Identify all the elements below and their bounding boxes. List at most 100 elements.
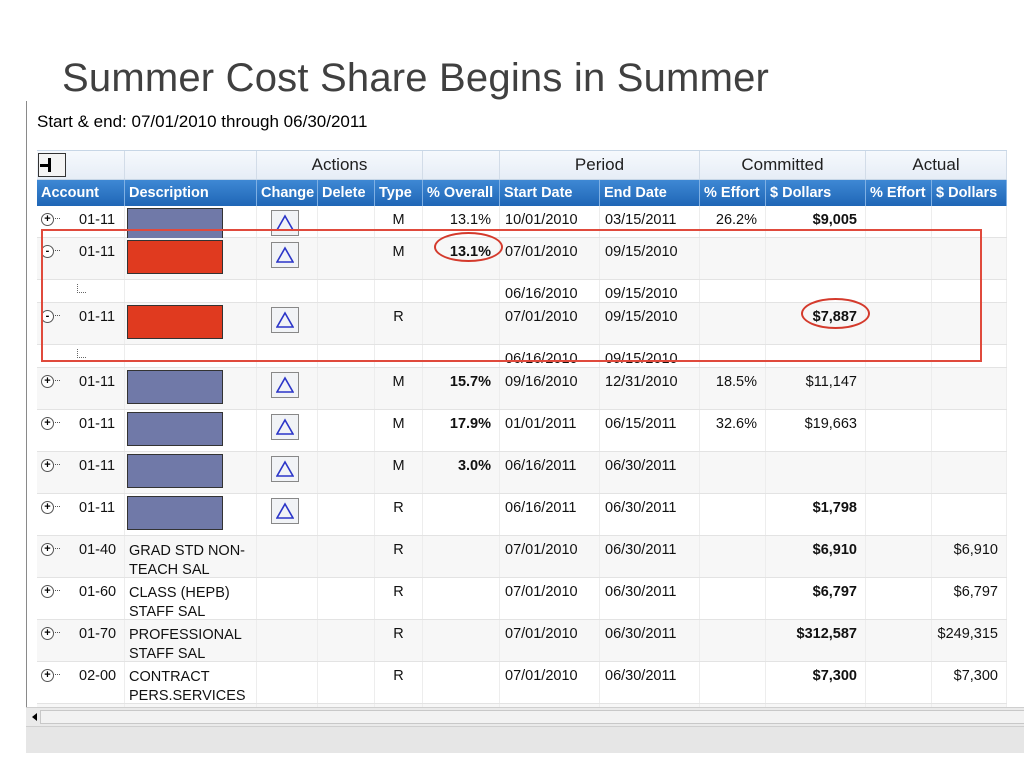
tree-connector-icon (53, 674, 60, 675)
triangle-icon (276, 214, 294, 231)
date-range-subtitle: Start & end: 07/01/2010 through 06/30/20… (37, 112, 368, 131)
table-row[interactable]: +01-11 M 3.0% 06/16/2011 06/30/2011 (37, 452, 1007, 494)
expand-icon[interactable]: + (41, 585, 54, 598)
col-type-header[interactable]: Type (375, 180, 423, 206)
start-date-cell: 07/01/2010 (500, 578, 600, 619)
description-cell (125, 206, 257, 242)
table-row[interactable]: +02-00 CONTRACT PERS.SERVICES R 07/01/2010 0… (37, 662, 1007, 704)
committed-effort-cell (700, 452, 766, 493)
child-row[interactable]: 06/16/2010 09/15/2010 (37, 280, 1007, 303)
col-start-date-header[interactable]: Start Date (500, 180, 600, 206)
expand-icon[interactable]: + (41, 543, 54, 556)
redacted-description (127, 370, 223, 404)
account-cell: - 01-11 (37, 303, 125, 344)
collapse-icon[interactable]: - (41, 310, 54, 323)
account-cell: +01-70 (37, 620, 125, 661)
tree-connector-icon (53, 590, 60, 591)
committed-effort-cell: 32.6% (700, 410, 766, 451)
empty-cell (932, 280, 1007, 302)
table-row[interactable]: -01-11 M 13.1% 07/01/2010 09/15/2010 (37, 238, 1007, 280)
col-end-date-header[interactable]: End Date (600, 180, 700, 206)
delete-cell (318, 452, 375, 493)
col-actual-effort-header[interactable]: % Effort (866, 180, 932, 206)
expand-icon[interactable]: + (41, 375, 54, 388)
committed-effort-cell: 18.5% (700, 368, 766, 409)
account-cell (37, 345, 125, 367)
expand-icon[interactable]: + (41, 459, 54, 472)
type-cell: R (375, 536, 423, 577)
triangle-icon (276, 376, 294, 393)
delete-cell (318, 662, 375, 703)
group-period: Period (500, 151, 700, 179)
expand-icon[interactable]: + (41, 627, 54, 640)
horizontal-scrollbar[interactable] (26, 707, 1024, 726)
expand-icon[interactable]: + (41, 213, 54, 226)
redacted-description (127, 496, 223, 530)
account-number: 01-11 (79, 458, 116, 474)
col-overall-header[interactable]: % Overall (423, 180, 500, 206)
end-date-cell: 09/15/2010 (600, 303, 700, 344)
overall-cell (423, 578, 500, 619)
change-button[interactable] (271, 210, 299, 236)
account-cell: +02-00 (37, 662, 125, 703)
change-button[interactable] (271, 372, 299, 398)
empty-cell (375, 345, 423, 367)
col-description-header[interactable]: Description (125, 180, 257, 206)
change-button[interactable] (271, 498, 299, 524)
col-committed-dollars-header[interactable]: $ Dollars (766, 180, 866, 206)
committed-dollars-cell: $6,797 (766, 578, 866, 619)
table-row[interactable]: +01-60 CLASS (HEPB) STAFF SAL R 07/01/2010 0… (37, 578, 1007, 620)
collapse-icon[interactable]: - (41, 245, 54, 258)
redacted-description (127, 240, 223, 274)
committed-effort-cell: 26.2% (700, 206, 766, 237)
description-cell (125, 238, 257, 279)
overall-cell: 3.0% (423, 452, 500, 493)
description-text: PROFESSIONAL STAFF SAL (129, 627, 242, 662)
col-committed-effort-header[interactable]: % Effort (700, 180, 766, 206)
start-date-cell: 07/01/2010 (500, 620, 600, 661)
change-button[interactable] (271, 307, 299, 333)
table-row[interactable]: +01-11 M 15.7% 09/16/2010 12/31/2010 18.5% $11… (37, 368, 1007, 410)
empty-cell (318, 280, 375, 302)
change-button[interactable] (271, 242, 299, 268)
tree-connector-icon (53, 548, 60, 549)
committed-dollars-cell (766, 452, 866, 493)
table-row[interactable]: +01-70 PROFESSIONAL STAFF SAL R 07/01/2010 0… (37, 620, 1007, 662)
scroll-left-icon[interactable] (32, 713, 37, 721)
scroll-thumb[interactable] (40, 710, 1024, 724)
expand-icon[interactable]: + (41, 417, 54, 430)
actual-dollars-cell (932, 238, 1007, 279)
change-cell (257, 494, 318, 535)
expand-icon[interactable]: + (41, 669, 54, 682)
table-row[interactable]: +01-11 M 13.1% 10/01/2010 03/15/2011 26.2% $9,… (37, 206, 1007, 242)
table-row[interactable]: +01-40 GRAD STD NON-TEACH SAL R 07/01/2010 0… (37, 536, 1007, 578)
table-row[interactable]: +01-11 R 06/16/2011 06/30/2011 $1,798 (37, 494, 1007, 536)
description-text: GRAD STD NON-TEACH SAL (129, 543, 245, 578)
actual-dollars-cell (932, 303, 1007, 344)
table-row[interactable]: +01-11 M 17.9% 01/01/2011 06/15/2011 32.6% $19… (37, 410, 1007, 452)
actual-effort-cell (866, 410, 932, 451)
change-button[interactable] (271, 414, 299, 440)
change-button[interactable] (271, 456, 299, 482)
description-cell: GRAD STD NON-TEACH SAL (125, 536, 257, 578)
end-date-cell: 06/15/2011 (600, 410, 700, 451)
description-text: CONTRACT PERS.SERVICES (129, 669, 246, 704)
child-row[interactable]: 06/16/2010 09/15/2010 (37, 345, 1007, 368)
empty-cell (932, 345, 1007, 367)
change-cell (257, 238, 318, 279)
change-cell (257, 620, 318, 661)
type-cell: M (375, 238, 423, 279)
account-number: 01-40 (79, 542, 117, 558)
col-actual-dollars-header[interactable]: $ Dollars (932, 180, 1007, 206)
col-delete-header[interactable]: Delete (318, 180, 375, 206)
empty-cell (866, 345, 932, 367)
end-date-cell: 03/15/2011 (600, 206, 700, 237)
col-account-header[interactable]: Account (37, 180, 125, 206)
description-cell (125, 452, 257, 493)
col-change-header[interactable]: Change (257, 180, 318, 206)
committed-effort-cell (700, 494, 766, 535)
overall-cell: 15.7% (423, 368, 500, 409)
expand-icon[interactable]: + (41, 501, 54, 514)
type-cell: R (375, 662, 423, 703)
type-cell: M (375, 368, 423, 409)
